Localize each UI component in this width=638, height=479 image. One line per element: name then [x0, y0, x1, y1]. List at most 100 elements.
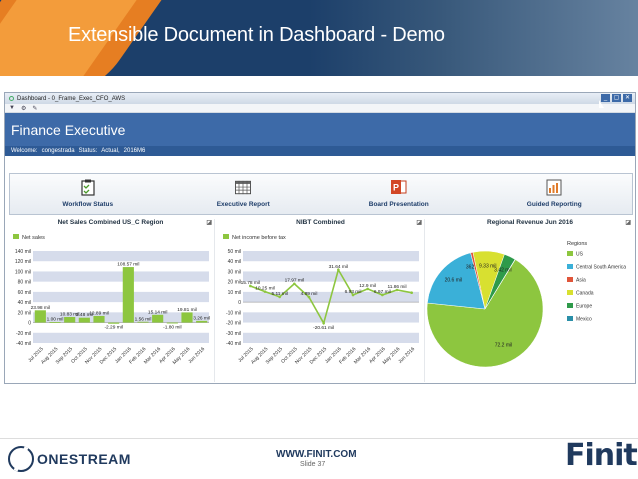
nibt-title: NIBT Combined: [296, 219, 345, 226]
onestream-wordmark: ONESTREAM: [37, 451, 131, 467]
y-tick-label: 30 mil: [228, 269, 241, 275]
bar: [181, 312, 193, 323]
expand-icon[interactable]: ◪: [206, 219, 212, 226]
grid-band: [243, 332, 419, 343]
bar: [34, 310, 46, 323]
grid-band: [33, 332, 209, 343]
close-icon[interactable]: ✕: [623, 94, 632, 102]
y-tick-label: 20 mil: [18, 310, 31, 316]
y-tick-label: 20 mil: [228, 280, 241, 286]
bar: [93, 315, 105, 323]
legend-swatch: [223, 234, 229, 239]
navigation-bar: Workflow Status Executive Report P Board…: [9, 173, 633, 215]
slide-number: Slide 37: [300, 461, 326, 468]
window-title: Dashboard - 0_Frame_Exec_CFO_AWS: [17, 95, 126, 102]
bar: [152, 314, 164, 323]
y-tick-label: 50 mil: [228, 249, 241, 255]
legend-title: Regions: [567, 241, 587, 247]
page-title: Finance Executive: [5, 113, 635, 146]
legend-label: Asia: [576, 278, 586, 284]
legend-label: Mexico: [576, 317, 592, 323]
y-tick-label: -20 mil: [226, 321, 241, 327]
nav-label: Guided Reporting: [526, 201, 582, 208]
expand-icon[interactable]: ◪: [416, 219, 422, 226]
powerpoint-icon: P: [390, 178, 407, 196]
nav-executive-report[interactable]: Executive Report: [166, 174, 322, 214]
legend-swatch: [13, 234, 19, 239]
slide-title: Extensible Document in Dashboard - Demo: [68, 24, 445, 46]
y-tick-label: -40 mil: [16, 341, 31, 347]
nav-label: Board Presentation: [368, 201, 429, 208]
status-value: Actual,: [101, 148, 120, 154]
legend-label: Europe: [576, 304, 592, 310]
slice-label: 20.6 mil: [445, 278, 463, 284]
nav-workflow-status[interactable]: Workflow Status: [10, 174, 166, 214]
edit-icon[interactable]: ✎: [32, 105, 37, 112]
nav-board-presentation[interactable]: P Board Presentation: [321, 174, 477, 214]
y-tick-label: 10 mil: [228, 290, 241, 296]
y-tick-label: 60 mil: [18, 290, 31, 296]
y-tick-label: 140 mil: [15, 249, 31, 255]
chart-title: NIBT Combined ◪: [217, 219, 424, 229]
data-label: 1.56 mil: [135, 316, 152, 322]
bar: [64, 317, 76, 323]
data-point: [410, 291, 413, 295]
bar: [108, 322, 120, 324]
legend-swatch: [567, 303, 573, 308]
legend-label: Net sales: [22, 235, 45, 241]
bar: [122, 267, 134, 323]
settings-icon[interactable]: ⚙: [21, 105, 26, 112]
data-label: 5.11 mil: [271, 291, 287, 297]
data-label: 10.25 mil: [255, 286, 274, 292]
nav-guided-reporting[interactable]: Guided Reporting: [477, 174, 633, 214]
chart-report-icon: [546, 178, 562, 196]
legend-label: Canada: [576, 291, 594, 297]
data-label: 15.78 mil: [241, 280, 260, 286]
data-label: 31.64 mil: [329, 264, 348, 270]
y-tick-label: -20 mil: [16, 331, 31, 337]
expand-icon[interactable]: ◪: [625, 219, 631, 226]
data-label: -20.61 mil: [313, 325, 334, 331]
data-label: 12.9 mil: [359, 283, 376, 289]
welcome-label: Welcome:: [11, 148, 38, 154]
welcome-bar: Welcome: congestrada Status: Actual, 201…: [5, 146, 635, 156]
status-label: Status:: [78, 148, 98, 154]
nav-label: Executive Report: [216, 201, 270, 208]
slice-label: 72.2 mil: [495, 342, 513, 348]
grid-band: [243, 251, 419, 262]
y-tick-label: -10 mil: [226, 310, 241, 316]
data-label: 17.97 mil: [285, 278, 304, 284]
y-tick-label: -40 mil: [226, 341, 241, 347]
window-titlebar: Dashboard - 0_Frame_Exec_CFO_AWS _ ▢ ✕: [5, 93, 635, 104]
x-tick-label: Jun 2016: [187, 346, 206, 365]
legend-swatch: [567, 316, 573, 321]
table-grid-icon: [235, 178, 252, 196]
data-label: -1.80 mil: [163, 324, 181, 330]
mouse-cursor-icon: [599, 100, 604, 108]
nibt-chart: Net income before tax 50 mil 40 mil 30 mil 2…: [223, 234, 419, 366]
chart-title: Net Sales Combined US_C Region ◪: [7, 219, 214, 229]
y-tick-label: 0: [28, 321, 31, 327]
data-label: 3.26 mil: [193, 315, 210, 321]
footer-url[interactable]: WWW.FINIT.COM: [276, 449, 357, 460]
y-tick-label: 40 mil: [18, 300, 31, 306]
finit-logo: Finit: [565, 438, 638, 473]
net-sales-chart: Net sales 140 mil 120 mil 100 mil 80 mil 60 m…: [13, 234, 210, 366]
y-tick-label: 40 mil: [228, 259, 241, 265]
data-label: 6.93 mil: [345, 289, 362, 295]
welcome-user: congestrada: [41, 148, 75, 154]
data-label: 108.57 mil: [117, 262, 139, 268]
regional-revenue-panel: Regional Revenue Jun 2016 ◪ 72.2 mil 20.6 …: [426, 219, 633, 382]
svg-text:P: P: [393, 183, 399, 193]
net-sales-title: Net Sales Combined US_C Region: [57, 219, 164, 226]
grid-band: [33, 271, 209, 282]
filter-icon[interactable]: ▼: [9, 105, 15, 111]
nibt-panel: NIBT Combined ◪ Net income before tax 50 m…: [217, 219, 425, 382]
legend-label: US: [576, 252, 584, 258]
regional-revenue-title: Regional Revenue Jun 2016: [487, 219, 573, 226]
period-value: 2016M6: [123, 148, 146, 154]
app-icon: [9, 96, 14, 101]
x-tick-label: Jun 2016: [397, 346, 416, 365]
maximize-icon[interactable]: ▢: [612, 94, 621, 102]
slide-header: Extensible Document in Dashboard - Demo: [0, 0, 638, 76]
